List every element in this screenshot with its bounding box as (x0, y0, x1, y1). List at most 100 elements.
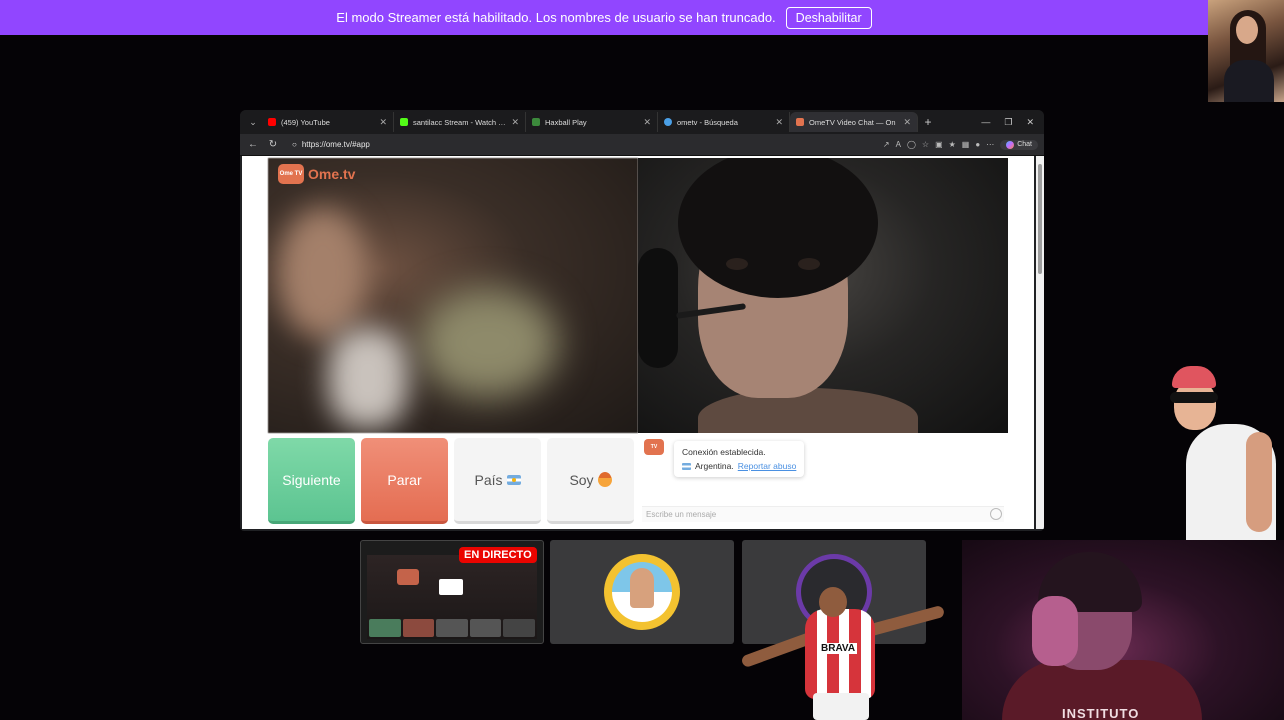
report-abuse-link[interactable]: Reportar abuso (738, 459, 797, 473)
country-button-label: País (474, 471, 503, 488)
tab-title: (459) YouTube (281, 117, 330, 127)
blurred-shape (278, 208, 368, 338)
close-icon[interactable]: ✕ (903, 117, 911, 128)
back-icon[interactable]: ← (246, 139, 260, 150)
close-icon[interactable]: ✕ (379, 117, 387, 128)
close-window-icon[interactable]: ✕ (1026, 117, 1034, 128)
address-tools: ↗ A ◯ ☆ ▣ ★ ▦ ● ⋯ Chat (883, 139, 1038, 150)
restore-icon[interactable]: ❐ (1004, 117, 1012, 128)
collections-icon[interactable]: ▦ (962, 140, 970, 149)
mini-button (436, 619, 468, 637)
url-field[interactable]: ○ https://ome.tv/#app (286, 137, 877, 153)
country-info: Argentina. Reportar abuso (682, 459, 796, 473)
ometv-logo: Ome TV Ome.tv (278, 164, 355, 184)
favorite-star-icon[interactable]: ☆ (922, 140, 929, 149)
close-icon[interactable]: ✕ (511, 117, 519, 128)
headset-icon (638, 248, 678, 368)
kick-icon (400, 118, 408, 126)
stop-button-label: Parar (387, 471, 422, 488)
tab-kick-stream[interactable]: santilacc Stream - Watch Live o ✕ (394, 112, 526, 132)
stranger-video (268, 158, 638, 433)
stream-scene: El modo Streamer está habilitado. Los no… (0, 0, 1284, 720)
webcam-person-hand (1032, 596, 1078, 666)
self-video-hair (678, 158, 878, 298)
tab-youtube[interactable]: (459) YouTube ✕ (262, 112, 394, 132)
next-button[interactable]: Siguiente (268, 438, 355, 524)
connection-status-text: Conexión establecida. (682, 447, 766, 457)
tab-title: OmeTV Video Chat — On (809, 117, 896, 127)
gender-button-label: Soy (569, 471, 594, 488)
profile-avatar[interactable]: ● (975, 140, 980, 149)
player-head (819, 587, 847, 617)
gender-filter-button[interactable]: Soy (547, 438, 634, 524)
argentina-flag-icon (506, 474, 521, 485)
tab-ometv[interactable]: OmeTV Video Chat — On ✕ (790, 112, 918, 132)
scrollbar-thumb[interactable] (1038, 164, 1042, 274)
boy-emoji-icon (597, 471, 612, 487)
site-info-icon[interactable]: ○ (292, 140, 297, 149)
avatar-person (630, 568, 654, 608)
live-badge: EN DIRECTO (459, 547, 537, 563)
copilot-label: Chat (1017, 141, 1032, 148)
camera-icon[interactable]: ▣ (935, 140, 943, 149)
close-icon[interactable]: ✕ (775, 117, 783, 128)
system-message: Conexión establecida. Argentina. Reporta… (674, 441, 805, 477)
search-icon (664, 118, 672, 126)
sticker-arm (1246, 432, 1272, 532)
page-scrollbar[interactable] (1036, 156, 1044, 529)
open-in-app-icon[interactable]: ↗ (883, 140, 890, 149)
tab-haxball[interactable]: Haxball Play ✕ (526, 112, 658, 132)
disable-streamer-mode-button[interactable]: Deshabilitar (785, 6, 872, 29)
webcam-overlay-top-right (1208, 0, 1284, 102)
blurred-shape (418, 288, 558, 398)
minimize-icon[interactable]: — (981, 117, 990, 128)
favorites-icon[interactable]: ★ (949, 140, 956, 149)
browser-window: ⌄ (459) YouTube ✕ santilacc Stream - Wat… (240, 110, 1044, 531)
jersey-sponsor: BRAVA (819, 643, 858, 654)
player-arm (864, 604, 946, 638)
participant-tile (550, 540, 734, 644)
ometv-icon (796, 118, 804, 126)
banner-message: El modo Streamer está habilitado. Los no… (336, 10, 776, 25)
url-text: https://ome.tv/#app (301, 140, 370, 149)
ometv-tv-icon: TV (644, 439, 664, 455)
reload-icon[interactable]: ↻ (266, 139, 280, 150)
player-shorts (813, 693, 869, 720)
self-video-eye (798, 258, 820, 270)
more-menu-icon[interactable]: ⋯ (986, 140, 994, 149)
argentina-flag-icon (682, 462, 691, 470)
copilot-icon (1006, 140, 1015, 149)
football-player-sticker: BRAVA (735, 585, 950, 720)
tab-search[interactable]: ometv - Búsqueda ✕ (658, 112, 790, 132)
next-button-label: Siguiente (282, 471, 341, 488)
stream-preview-screen (367, 555, 537, 639)
tab-list-icon[interactable]: ⌄ (244, 117, 262, 128)
copilot-button[interactable]: Chat (1000, 139, 1038, 150)
close-icon[interactable]: ✕ (643, 117, 651, 128)
tracking-icon[interactable]: ◯ (907, 140, 916, 149)
window-controls: — ❐ ✕ (981, 117, 1044, 128)
self-video (638, 158, 1008, 433)
mini-button (503, 619, 535, 637)
country-filter-button[interactable]: País (454, 438, 541, 524)
new-tab-button[interactable]: + (918, 115, 938, 129)
message-input[interactable]: Escribe un mensaje (642, 506, 1004, 522)
tab-title: Haxball Play (545, 117, 587, 127)
mini-controls (367, 619, 537, 639)
streamer-sticker (1162, 362, 1284, 540)
tab-title: ometv - Búsqueda (677, 117, 738, 127)
webcam-person-face (1236, 16, 1258, 44)
read-aloud-icon[interactable]: A (896, 140, 901, 149)
stranger-country: Argentina. (695, 461, 734, 471)
self-video-shoulders (698, 388, 918, 433)
haxball-icon (532, 118, 540, 126)
text-chat-panel: TV Conexión establecida. Argentina. Repo… (638, 433, 1008, 526)
avatar (604, 554, 680, 630)
player-jersey (805, 609, 875, 699)
stream-preview-tile: EN DIRECTO (360, 540, 544, 644)
mini-button (369, 619, 401, 637)
stop-button[interactable]: Parar (361, 438, 448, 524)
blurred-shape (328, 328, 408, 428)
emoji-picker-icon[interactable] (990, 508, 1002, 520)
ometv-logo-text: Ome.tv (308, 166, 356, 182)
